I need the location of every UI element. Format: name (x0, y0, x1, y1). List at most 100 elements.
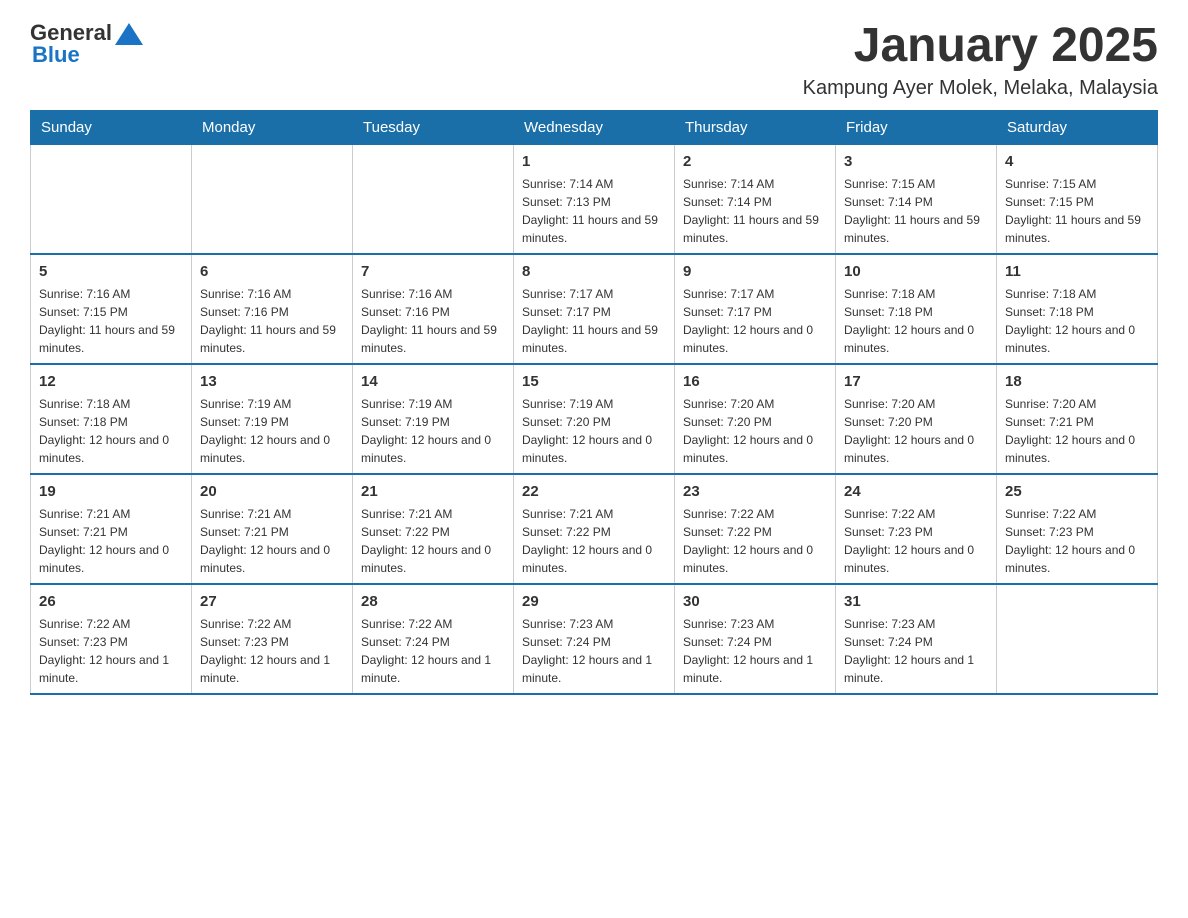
header-row: SundayMondayTuesdayWednesdayThursdayFrid… (31, 110, 1158, 144)
day-number: 22 (522, 481, 666, 502)
day-number: 10 (844, 261, 988, 282)
calendar-cell: 21 Sunrise: 7:21 AMSunset: 7:22 PMDayligh… (353, 474, 514, 584)
day-info: Sunrise: 7:18 AMSunset: 7:18 PMDaylight:… (39, 395, 183, 467)
day-number: 31 (844, 591, 988, 612)
day-number: 8 (522, 261, 666, 282)
calendar-cell: 17 Sunrise: 7:20 AMSunset: 7:20 PMDayligh… (836, 364, 997, 474)
day-info: Sunrise: 7:22 AMSunset: 7:22 PMDaylight:… (683, 505, 827, 577)
day-info: Sunrise: 7:22 AMSunset: 7:24 PMDaylight:… (361, 615, 505, 687)
day-number: 20 (200, 481, 344, 502)
column-header-saturday: Saturday (997, 110, 1158, 144)
day-info: Sunrise: 7:20 AMSunset: 7:20 PMDaylight:… (683, 395, 827, 467)
calendar-cell: 31 Sunrise: 7:23 AMSunset: 7:24 PMDayligh… (836, 584, 997, 694)
day-number: 6 (200, 261, 344, 282)
day-number: 24 (844, 481, 988, 502)
column-header-tuesday: Tuesday (353, 110, 514, 144)
day-info: Sunrise: 7:23 AMSunset: 7:24 PMDaylight:… (844, 615, 988, 687)
calendar-cell: 28Sunrise: 7:22 AMSunset: 7:24 PMDayligh… (353, 584, 514, 694)
day-info: Sunrise: 7:20 AMSunset: 7:20 PMDaylight:… (844, 395, 988, 467)
column-header-monday: Monday (192, 110, 353, 144)
calendar-cell: 24 Sunrise: 7:22 AMSunset: 7:23 PMDayligh… (836, 474, 997, 584)
day-info: Sunrise: 7:21 AMSunset: 7:22 PMDaylight:… (522, 505, 666, 577)
day-number: 25 (1005, 481, 1149, 502)
day-info: Sunrise: 7:18 AMSunset: 7:18 PMDaylight:… (844, 285, 988, 357)
day-number: 3 (844, 151, 988, 172)
calendar-cell: 7 Sunrise: 7:16 AMSunset: 7:16 PMDaylight… (353, 254, 514, 364)
calendar-cell (353, 144, 514, 254)
calendar-cell: 12 Sunrise: 7:18 AMSunset: 7:18 PMDayligh… (31, 364, 192, 474)
day-number: 13 (200, 371, 344, 392)
calendar-cell: 5 Sunrise: 7:16 AMSunset: 7:15 PMDaylight… (31, 254, 192, 364)
day-number: 12 (39, 371, 183, 392)
column-header-friday: Friday (836, 110, 997, 144)
calendar-cell: 29 Sunrise: 7:23 AMSunset: 7:24 PMDayligh… (514, 584, 675, 694)
day-info: Sunrise: 7:21 AMSunset: 7:21 PMDaylight:… (39, 505, 183, 577)
column-header-wednesday: Wednesday (514, 110, 675, 144)
day-info: Sunrise: 7:21 AMSunset: 7:22 PMDaylight:… (361, 505, 505, 577)
day-number: 30 (683, 591, 827, 612)
day-number: 23 (683, 481, 827, 502)
calendar-cell (997, 584, 1158, 694)
calendar-cell: 6 Sunrise: 7:16 AMSunset: 7:16 PMDaylight… (192, 254, 353, 364)
calendar-cell: 4 Sunrise: 7:15 AMSunset: 7:15 PMDaylight… (997, 144, 1158, 254)
day-number: 26 (39, 591, 183, 612)
day-number: 14 (361, 371, 505, 392)
day-number: 17 (844, 371, 988, 392)
calendar-cell: 18Sunrise: 7:20 AMSunset: 7:21 PMDayligh… (997, 364, 1158, 474)
day-number: 15 (522, 371, 666, 392)
day-number: 27 (200, 591, 344, 612)
day-number: 11 (1005, 261, 1149, 282)
day-number: 29 (522, 591, 666, 612)
calendar-cell (31, 144, 192, 254)
calendar-cell: 27 Sunrise: 7:22 AMSunset: 7:23 PMDayligh… (192, 584, 353, 694)
logo-triangle-icon (115, 23, 143, 45)
day-number: 2 (683, 151, 827, 172)
calendar-cell: 15Sunrise: 7:19 AMSunset: 7:20 PMDayligh… (514, 364, 675, 474)
day-info: Sunrise: 7:16 AMSunset: 7:16 PMDaylight:… (200, 285, 344, 357)
calendar-cell: 14 Sunrise: 7:19 AMSunset: 7:19 PMDayligh… (353, 364, 514, 474)
day-info: Sunrise: 7:23 AMSunset: 7:24 PMDaylight:… (522, 615, 666, 687)
calendar-cell: 3 Sunrise: 7:15 AMSunset: 7:14 PMDaylight… (836, 144, 997, 254)
day-info: Sunrise: 7:22 AMSunset: 7:23 PMDaylight:… (1005, 505, 1149, 577)
day-info: Sunrise: 7:15 AMSunset: 7:15 PMDaylight:… (1005, 175, 1149, 247)
logo-blue-text: Blue (30, 42, 80, 68)
day-info: Sunrise: 7:22 AMSunset: 7:23 PMDaylight:… (844, 505, 988, 577)
day-number: 16 (683, 371, 827, 392)
day-info: Sunrise: 7:21 AMSunset: 7:21 PMDaylight:… (200, 505, 344, 577)
week-row-1: 1 Sunrise: 7:14 AMSunset: 7:13 PMDaylight… (31, 144, 1158, 254)
day-info: Sunrise: 7:16 AMSunset: 7:16 PMDaylight:… (361, 285, 505, 357)
calendar-cell: 22 Sunrise: 7:21 AMSunset: 7:22 PMDayligh… (514, 474, 675, 584)
week-row-4: 19Sunrise: 7:21 AMSunset: 7:21 PMDayligh… (31, 474, 1158, 584)
day-info: Sunrise: 7:23 AMSunset: 7:24 PMDaylight:… (683, 615, 827, 687)
calendar-cell (192, 144, 353, 254)
page-header: General Blue January 2025 Kampung Ayer M… (30, 20, 1158, 100)
day-info: Sunrise: 7:19 AMSunset: 7:19 PMDaylight:… (361, 395, 505, 467)
day-number: 21 (361, 481, 505, 502)
day-info: Sunrise: 7:15 AMSunset: 7:14 PMDaylight:… (844, 175, 988, 247)
page-title: January 2025 (803, 20, 1158, 73)
day-number: 5 (39, 261, 183, 282)
calendar-cell: 2Sunrise: 7:14 AMSunset: 7:14 PMDaylight… (675, 144, 836, 254)
day-number: 7 (361, 261, 505, 282)
day-number: 1 (522, 151, 666, 172)
day-info: Sunrise: 7:19 AMSunset: 7:19 PMDaylight:… (200, 395, 344, 467)
day-info: Sunrise: 7:16 AMSunset: 7:15 PMDaylight:… (39, 285, 183, 357)
calendar-table: SundayMondayTuesdayWednesdayThursdayFrid… (30, 110, 1158, 695)
day-info: Sunrise: 7:14 AMSunset: 7:13 PMDaylight:… (522, 175, 666, 247)
calendar-cell: 10 Sunrise: 7:18 AMSunset: 7:18 PMDayligh… (836, 254, 997, 364)
column-header-thursday: Thursday (675, 110, 836, 144)
calendar-cell: 19Sunrise: 7:21 AMSunset: 7:21 PMDayligh… (31, 474, 192, 584)
day-info: Sunrise: 7:17 AMSunset: 7:17 PMDaylight:… (683, 285, 827, 357)
day-number: 9 (683, 261, 827, 282)
day-info: Sunrise: 7:22 AMSunset: 7:23 PMDaylight:… (200, 615, 344, 687)
week-row-3: 12 Sunrise: 7:18 AMSunset: 7:18 PMDayligh… (31, 364, 1158, 474)
calendar-cell: 20 Sunrise: 7:21 AMSunset: 7:21 PMDayligh… (192, 474, 353, 584)
calendar-body: 1 Sunrise: 7:14 AMSunset: 7:13 PMDaylight… (31, 144, 1158, 694)
day-number: 18 (1005, 371, 1149, 392)
day-info: Sunrise: 7:18 AMSunset: 7:18 PMDaylight:… (1005, 285, 1149, 357)
title-block: January 2025 Kampung Ayer Molek, Melaka,… (803, 20, 1158, 100)
page-subtitle: Kampung Ayer Molek, Melaka, Malaysia (803, 77, 1158, 100)
calendar-cell: 11 Sunrise: 7:18 AMSunset: 7:18 PMDayligh… (997, 254, 1158, 364)
calendar-cell: 16 Sunrise: 7:20 AMSunset: 7:20 PMDayligh… (675, 364, 836, 474)
day-number: 4 (1005, 151, 1149, 172)
